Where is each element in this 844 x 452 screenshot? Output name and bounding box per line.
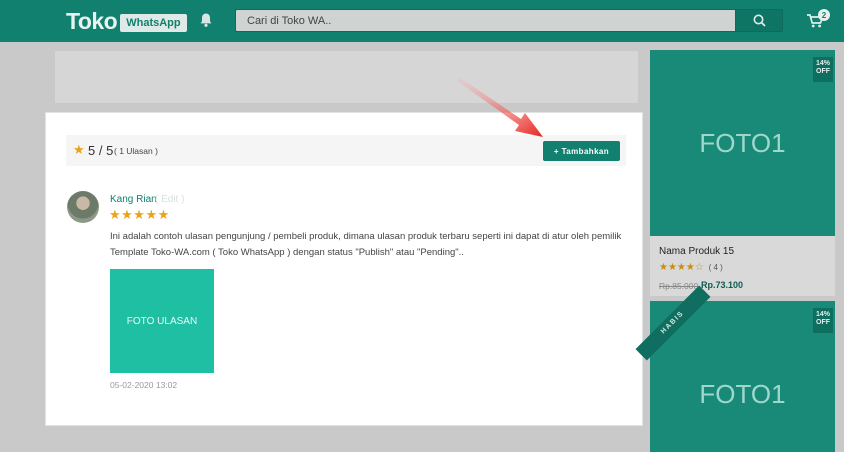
review-stars: ★★★★★ — [109, 207, 170, 222]
search-button[interactable] — [735, 10, 782, 31]
product-stars: ★★★★☆ — [659, 262, 704, 273]
rating-score: 5 / 5 — [88, 143, 114, 158]
logo-text: Toko — [66, 8, 118, 34]
product-image[interactable]: FOTO1 — [650, 50, 835, 236]
price-new: Rp.73.100 — [701, 280, 744, 290]
review-photo[interactable]: FOTO ULASAN — [110, 269, 214, 373]
product-image-label: FOTO1 — [699, 379, 786, 409]
product-card[interactable]: FOTO1 14% OFF Nama Produk 15 ★★★★☆ ( 4 )… — [650, 50, 835, 296]
product-card[interactable]: FOTO1 HABIS 14% OFF — [635, 285, 835, 452]
discount-badge: 14% OFF — [813, 57, 833, 82]
product-image-label: FOTO1 — [699, 127, 786, 158]
review-count: ( 1 Ulasan ) — [114, 146, 158, 156]
search-bar — [235, 9, 783, 32]
price-old: Rp.85.000 — [659, 281, 699, 291]
review-modal: ★ 5 / 5 ( 1 Ulasan ) + Tambahkan Kang Ri… — [45, 112, 643, 426]
background-card — [55, 51, 638, 103]
search-input[interactable] — [236, 10, 736, 31]
avatar — [67, 191, 99, 223]
review-photo-label: FOTO ULASAN — [126, 315, 198, 327]
bell-icon[interactable] — [198, 12, 214, 28]
cart-count-badge: 2 — [818, 9, 830, 21]
search-icon — [753, 14, 766, 27]
discount-badge: 14% OFF — [813, 308, 833, 333]
review-text: Ini adalah contoh ulasan pengunjung / pe… — [110, 231, 622, 258]
product-name[interactable]: Nama Produk 15 — [659, 246, 734, 257]
reviewer-name[interactable]: Kang Rian — [110, 194, 157, 205]
edit-link[interactable]: ( Edit ) — [155, 194, 184, 205]
annotation-arrow-icon — [457, 77, 543, 137]
product-rating: ★★★★☆ ( 4 ) — [659, 262, 723, 273]
logo-badge: WhatsApp — [120, 13, 187, 32]
site-logo[interactable]: Toko WhatsApp — [66, 8, 187, 35]
star-icon: ★ — [73, 142, 85, 157]
top-header: Toko WhatsApp 2 — [0, 0, 844, 42]
add-review-button[interactable]: + Tambahkan — [543, 141, 620, 161]
review-date: 05-02-2020 13:02 — [110, 380, 178, 390]
product-rating-count: ( 4 ) — [708, 263, 723, 272]
